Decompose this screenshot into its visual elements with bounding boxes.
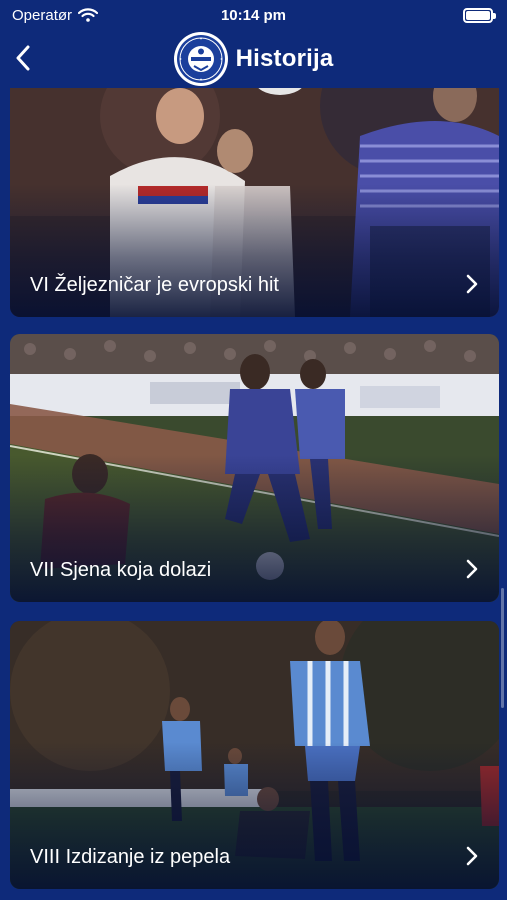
history-list: VI Željezničar je evropski hit VII Sjena… — [0, 88, 507, 900]
card-title: VIII Izdizanje iz pepela — [30, 846, 231, 868]
status-left: Operatør — [12, 6, 99, 24]
page-title: Historija — [235, 45, 334, 72]
chevron-right-icon — [466, 846, 478, 866]
battery-level — [466, 10, 490, 20]
club-logo — [173, 32, 228, 86]
history-card-2[interactable]: VII Sjena koja dolazi — [10, 334, 499, 602]
carrier-label: Operatør — [12, 6, 73, 24]
history-card-3[interactable]: VIII Izdizanje iz pepela — [10, 621, 499, 889]
nav-bar: Historija — [0, 30, 507, 88]
history-card-1[interactable]: VI Željezničar je evropski hit — [10, 88, 499, 317]
card-shade — [10, 184, 499, 317]
status-bar: Operatør 10:14 pm — [0, 0, 507, 30]
chevron-right-icon — [466, 274, 478, 294]
card-title: VII Sjena koja dolazi — [30, 559, 212, 581]
battery-icon — [463, 7, 496, 23]
scroll-indicator[interactable] — [501, 588, 504, 708]
wifi-icon — [77, 8, 99, 22]
back-button[interactable] — [8, 42, 38, 74]
chevron-left-icon — [16, 45, 30, 71]
nav-title-group: Historija — [173, 32, 334, 86]
chevron-right-icon — [466, 559, 478, 579]
card-title: VI Željezničar je evropski hit — [30, 274, 279, 296]
